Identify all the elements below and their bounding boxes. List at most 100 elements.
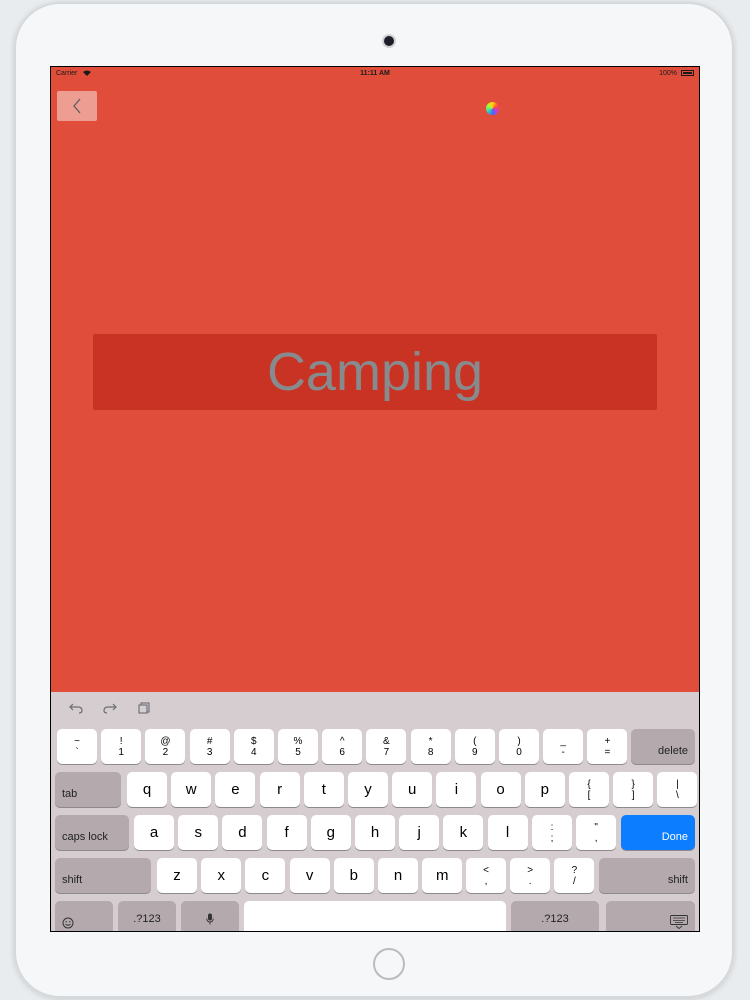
color-wheel-icon[interactable] <box>486 102 499 115</box>
hide-keyboard-key[interactable] <box>606 901 695 931</box>
undo-icon[interactable] <box>69 702 83 714</box>
emoji-key[interactable] <box>55 901 113 931</box>
numbers-key-right[interactable]: .?123 <box>511 901 599 931</box>
key-3[interactable]: #3 <box>189 729 230 764</box>
key-0[interactable]: ) 0 <box>499 729 539 764</box>
key-label-top: > <box>527 864 534 876</box>
key-4[interactable]: $4 <box>233 729 274 764</box>
key-k[interactable]: k <box>443 815 484 850</box>
key--[interactable]: _ - <box>543 729 584 764</box>
title-input[interactable]: Camping <box>93 334 657 410</box>
key-e[interactable]: e <box>215 772 256 807</box>
key-label-top: < <box>483 864 489 876</box>
key-2[interactable]: @2 <box>145 729 186 764</box>
space-bar[interactable] <box>244 901 506 931</box>
key-][interactable]: }] <box>613 772 654 807</box>
key-u[interactable]: u <box>392 772 433 807</box>
front-camera <box>384 36 394 46</box>
key-label: g <box>326 824 335 841</box>
key-=[interactable]: + = <box>587 729 628 764</box>
key-label: v <box>305 867 314 884</box>
key-b[interactable]: b <box>333 858 374 893</box>
tab-key[interactable]: tab <box>55 772 121 807</box>
delete-key[interactable]: delete <box>631 729 695 764</box>
key-label: m <box>435 867 449 884</box>
key-5[interactable]: % 5 <box>278 729 318 764</box>
key-g[interactable]: g <box>310 815 351 850</box>
key-y[interactable]: y <box>348 772 388 807</box>
key-label-bottom: ] <box>631 789 635 801</box>
key-\[interactable]: | \ <box>657 772 698 807</box>
key-[[interactable]: {[ <box>569 772 609 807</box>
app-view: Carrier 11:11 AM 100% Camping ~ `! 1 @2 #3 $4… <box>51 67 699 931</box>
numbers-key-left[interactable]: .?123 <box>118 901 176 931</box>
key-r[interactable]: r <box>259 772 300 807</box>
key-p[interactable]: p <box>524 772 565 807</box>
key-label-top: % <box>293 735 303 747</box>
key-/[interactable]: ? / <box>554 858 595 893</box>
key-c[interactable]: c <box>245 858 286 893</box>
key-label-bottom: / <box>573 875 576 887</box>
key-label-top: + <box>604 735 611 747</box>
key-v[interactable]: v <box>289 858 330 893</box>
shift-key-left[interactable]: shift <box>55 858 151 893</box>
key-9[interactable]: (9 <box>454 729 495 764</box>
key-label: k <box>459 824 468 841</box>
key-label-bottom: , <box>484 875 488 887</box>
key-label: .?123 <box>133 912 161 925</box>
paste-icon[interactable] <box>138 702 150 714</box>
key-label: z <box>173 867 181 884</box>
caps-lock-key[interactable]: caps lock <box>55 815 129 850</box>
key-j[interactable]: j <box>399 815 440 850</box>
title-input-text: Camping <box>266 342 484 402</box>
key-label: .?123 <box>541 912 569 925</box>
screen: Carrier 11:11 AM 100% Camping ~ `! 1 @2 #3 $4… <box>50 66 700 932</box>
key-`[interactable]: ~ ` <box>57 729 97 764</box>
key-m[interactable]: m <box>422 858 463 893</box>
key-.[interactable]: >. <box>510 858 551 893</box>
key-x[interactable]: x <box>201 858 242 893</box>
key-s[interactable]: s <box>178 815 219 850</box>
back-button[interactable] <box>57 91 97 121</box>
done-key[interactable]: Done <box>621 815 695 850</box>
key-,[interactable]: ", <box>576 815 617 850</box>
key-label-bottom: 4 <box>251 746 257 758</box>
key-q[interactable]: q <box>127 772 167 807</box>
key-h[interactable]: h <box>355 815 395 850</box>
key-d[interactable]: d <box>222 815 263 850</box>
dictation-key[interactable] <box>181 901 239 931</box>
key-o[interactable]: o <box>480 772 521 807</box>
key-w[interactable]: w <box>171 772 212 807</box>
key-t[interactable]: t <box>303 772 344 807</box>
key-label: shift <box>667 874 688 886</box>
key-label-bottom: 2 <box>162 746 169 758</box>
key-i[interactable]: i <box>436 772 477 807</box>
shift-key-right[interactable]: shift <box>599 858 695 893</box>
key-label: l <box>505 824 510 841</box>
key-a[interactable]: a <box>134 815 174 850</box>
key-label: f <box>284 824 289 841</box>
key-label: c <box>261 867 270 884</box>
key-6[interactable]: ^ 6 <box>322 729 363 764</box>
key-label-top: # <box>206 735 213 747</box>
key-1[interactable]: ! 1 <box>101 729 142 764</box>
key-label-top: ~ <box>74 735 80 747</box>
key-f[interactable]: f <box>266 815 307 850</box>
key-label-bottom: [ <box>587 789 591 801</box>
key-label-bottom: 3 <box>206 746 213 758</box>
key-label-top: ^ <box>339 735 345 747</box>
key-7[interactable]: & 7 <box>366 729 407 764</box>
key-z[interactable]: z <box>157 858 197 893</box>
key-,[interactable]: <, <box>466 858 506 893</box>
home-button[interactable] <box>373 948 405 980</box>
key-label-top: @ <box>160 735 171 747</box>
key-label: t <box>321 781 326 798</box>
key-label-top: " <box>594 821 598 833</box>
redo-icon[interactable] <box>103 702 117 714</box>
key-;[interactable]: :; <box>532 815 572 850</box>
key-label-bottom: ` <box>75 746 79 758</box>
key-8[interactable]: * 8 <box>410 729 451 764</box>
key-n[interactable]: n <box>378 858 418 893</box>
key-l[interactable]: l <box>487 815 528 850</box>
key-label-bottom: 8 <box>427 746 434 758</box>
